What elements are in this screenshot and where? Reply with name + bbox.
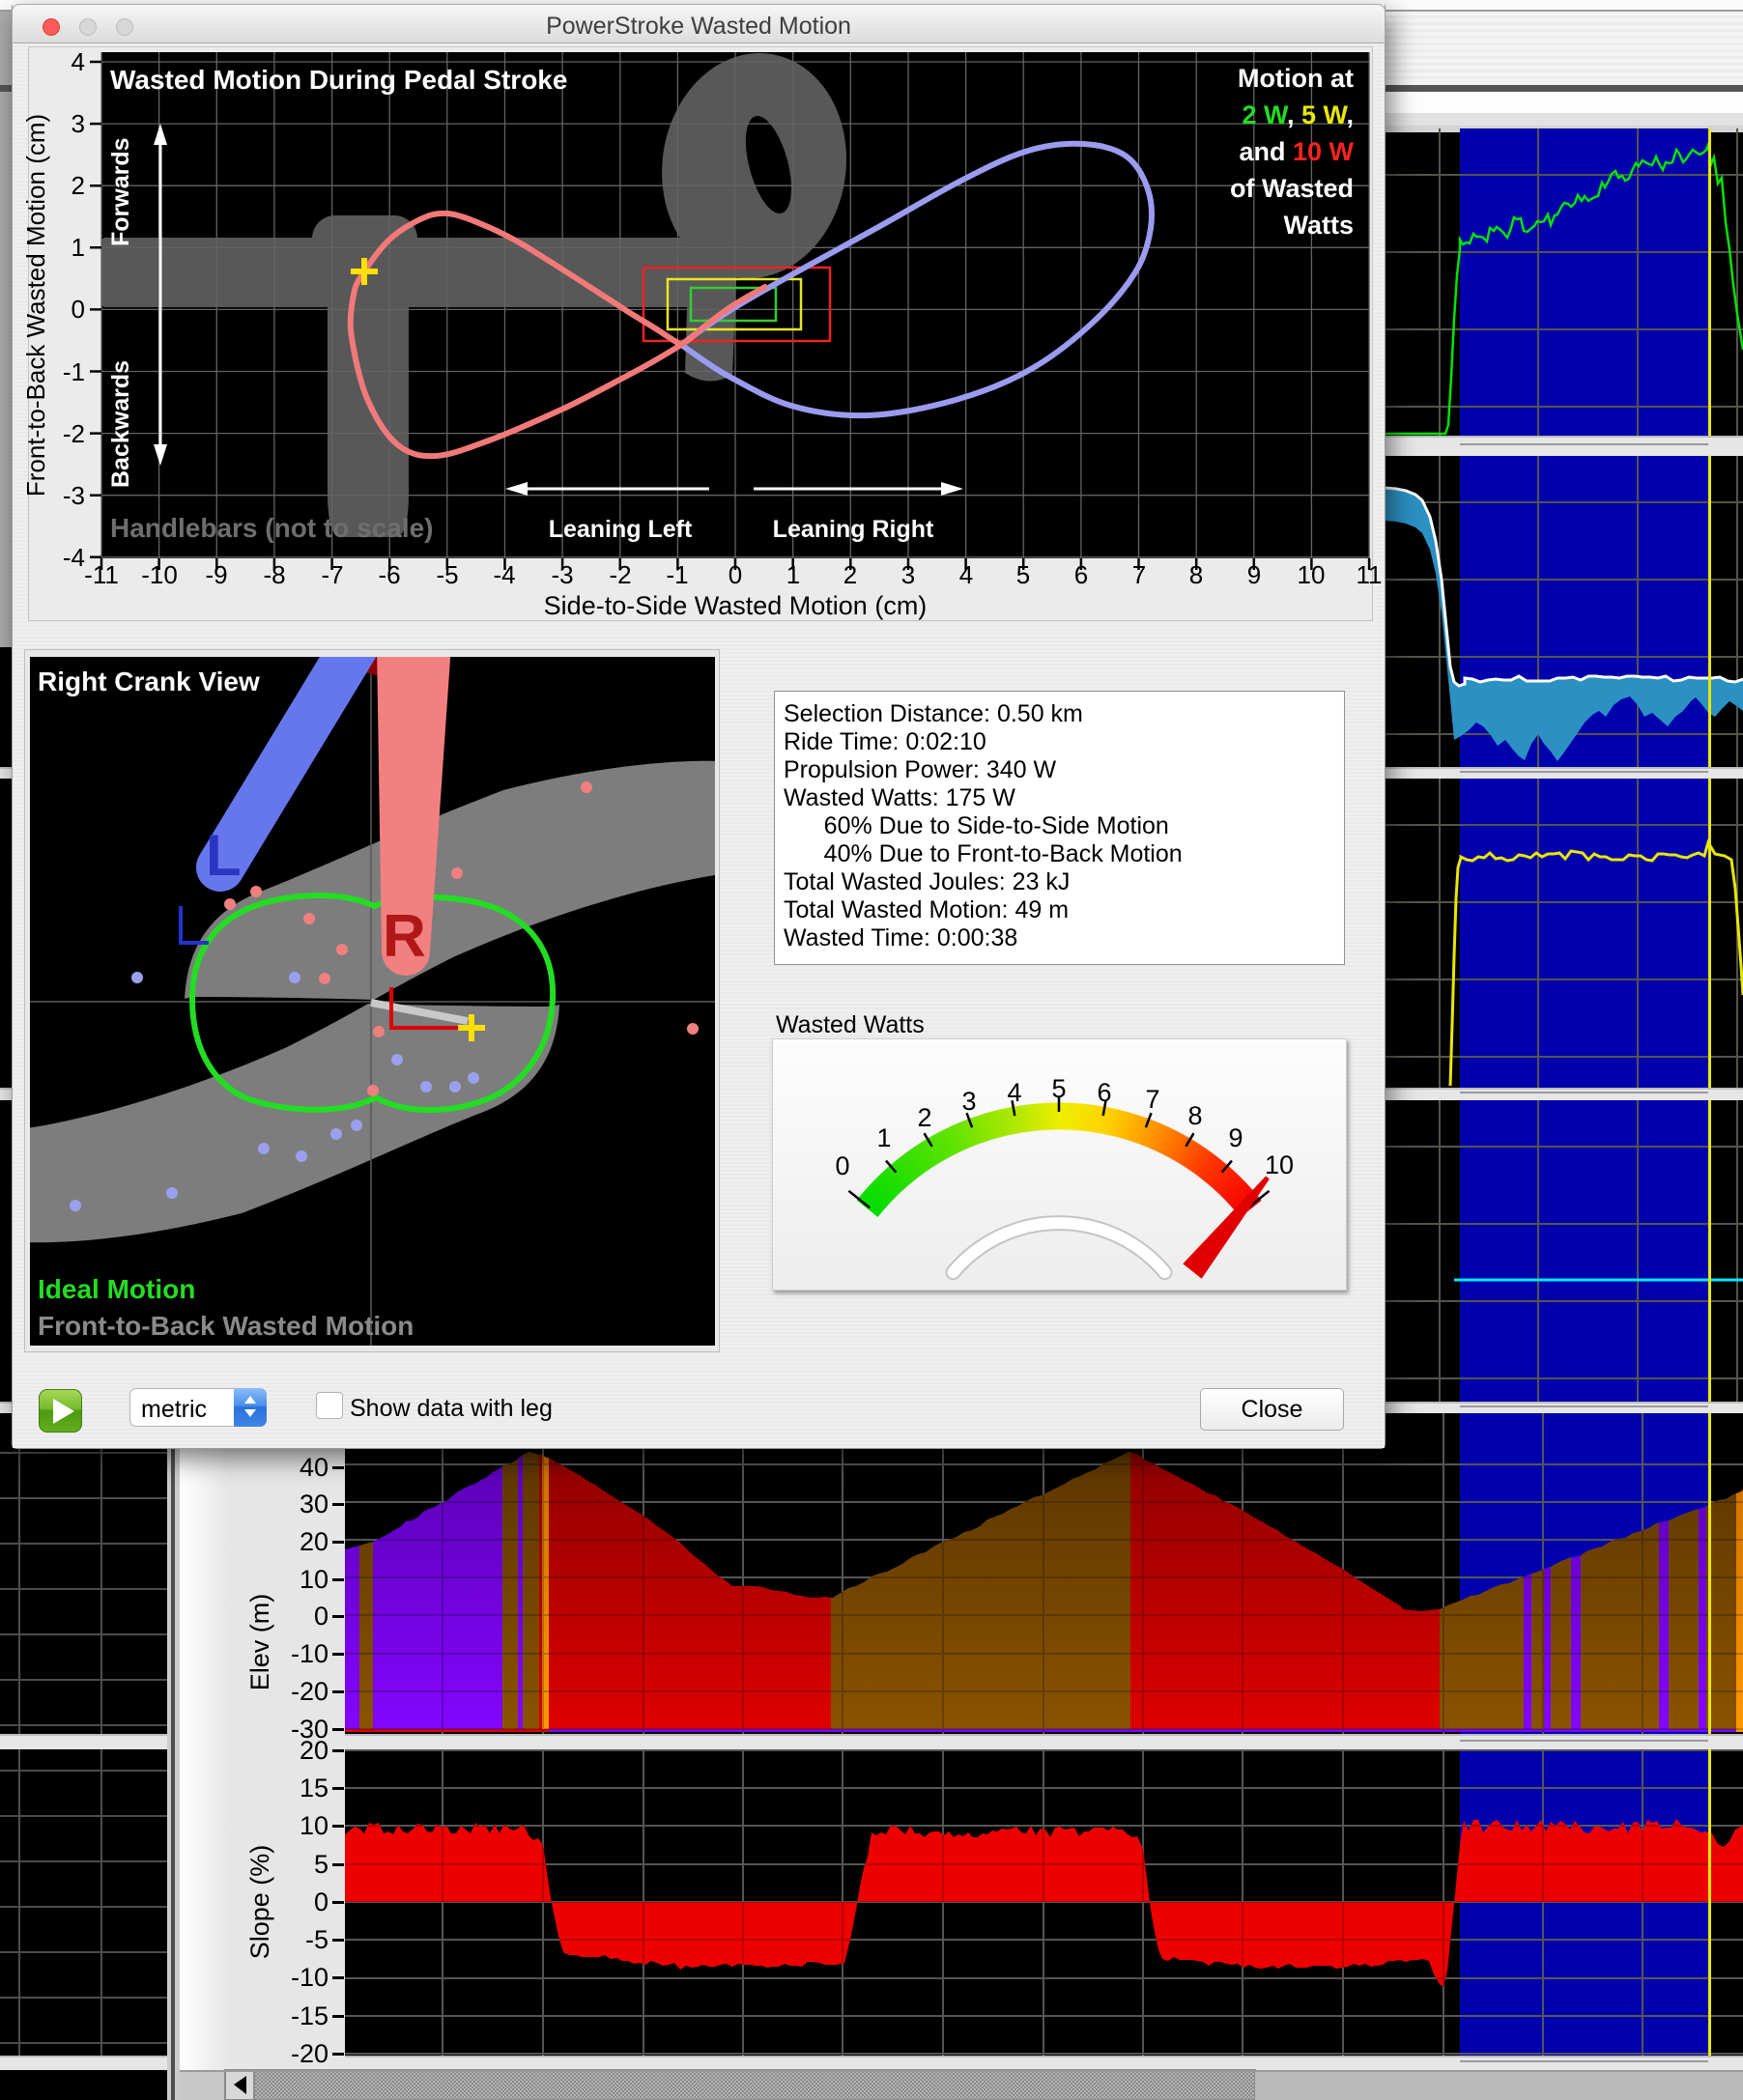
svg-text:R: R [383, 903, 426, 970]
svg-text:30: 30 [300, 1490, 329, 1518]
svg-text:-10: -10 [141, 560, 178, 589]
svg-text:-15: -15 [291, 2001, 329, 2030]
svg-text:0: 0 [71, 295, 85, 324]
svg-text:-11: -11 [84, 560, 119, 589]
svg-text:4: 4 [959, 560, 973, 589]
svg-text:40: 40 [300, 1453, 329, 1482]
svg-text:20: 20 [300, 1736, 329, 1765]
svg-text:Side-to-Side Wasted Motion (cm: Side-to-Side Wasted Motion (cm) [544, 591, 928, 620]
svg-text:3: 3 [71, 109, 85, 138]
svg-text:-2: -2 [63, 419, 85, 448]
svg-text:Watts: Watts [1284, 211, 1355, 240]
svg-text:5: 5 [314, 1850, 329, 1879]
svg-text:20: 20 [300, 1527, 329, 1556]
svg-text:11: 11 [1357, 560, 1383, 589]
svg-text:-3: -3 [63, 481, 85, 510]
svg-text:10: 10 [1298, 560, 1326, 589]
svg-text:-8: -8 [263, 560, 285, 589]
svg-text:-4: -4 [63, 543, 85, 572]
svg-text:Ideal Motion: Ideal Motion [38, 1274, 195, 1304]
svg-text:Leaning Right: Leaning Right [773, 516, 934, 543]
svg-text:Forwards: Forwards [107, 137, 134, 246]
svg-text:-1: -1 [666, 560, 688, 589]
svg-text:0: 0 [314, 1887, 329, 1916]
svg-text:Slope (%): Slope (%) [245, 1845, 274, 1960]
svg-text:Motion at: Motion at [1238, 64, 1354, 93]
svg-text:L: L [206, 823, 242, 888]
svg-text:10: 10 [300, 1811, 329, 1840]
svg-text:-1: -1 [63, 357, 85, 386]
svg-text:2 W, 5 W,: 2 W, 5 W, [1242, 100, 1354, 129]
svg-text:4: 4 [1007, 1078, 1021, 1107]
svg-text:-20: -20 [291, 2039, 329, 2068]
svg-text:3: 3 [901, 560, 915, 589]
svg-text:0: 0 [314, 1602, 329, 1631]
svg-text:-10: -10 [291, 1963, 329, 1992]
svg-text:7: 7 [1145, 1085, 1159, 1114]
svg-text:9: 9 [1228, 1123, 1243, 1152]
svg-text:1: 1 [876, 1123, 891, 1152]
svg-text:1: 1 [71, 233, 85, 262]
svg-text:of Wasted: of Wasted [1230, 174, 1354, 203]
svg-text:0: 0 [729, 560, 742, 589]
svg-text:15: 15 [300, 1774, 329, 1802]
svg-text:10: 10 [300, 1565, 329, 1594]
svg-text:3: 3 [961, 1087, 976, 1116]
svg-text:8: 8 [1187, 1101, 1202, 1130]
svg-text:5: 5 [1051, 1074, 1066, 1103]
svg-text:-5: -5 [436, 560, 458, 589]
svg-text:4: 4 [71, 47, 85, 76]
svg-text:5: 5 [1016, 560, 1030, 589]
svg-text:Wasted Motion During Pedal Str: Wasted Motion During Pedal Stroke [110, 65, 567, 95]
svg-text:8: 8 [1189, 560, 1203, 589]
svg-text:9: 9 [1247, 560, 1261, 589]
svg-text:-2: -2 [609, 560, 631, 589]
svg-text:Right Crank View: Right Crank View [38, 667, 260, 696]
svg-text:Backwards: Backwards [107, 360, 134, 488]
svg-text:-7: -7 [321, 560, 343, 589]
svg-text:-20: -20 [291, 1677, 329, 1706]
svg-text:10: 10 [1265, 1150, 1294, 1179]
svg-text:7: 7 [1132, 560, 1146, 589]
svg-text:0: 0 [835, 1151, 849, 1180]
svg-text:Front-to-Back Wasted Motion: Front-to-Back Wasted Motion [38, 1311, 414, 1341]
svg-text:6: 6 [1074, 560, 1088, 589]
svg-text:-10: -10 [291, 1639, 329, 1668]
svg-text:Leaning Left: Leaning Left [549, 516, 693, 543]
svg-text:1: 1 [786, 560, 800, 589]
svg-text:-3: -3 [551, 560, 573, 589]
svg-text:-5: -5 [305, 1925, 329, 1954]
svg-text:-6: -6 [378, 560, 400, 589]
svg-text:Elev (m): Elev (m) [245, 1594, 274, 1691]
svg-text:2: 2 [71, 171, 85, 200]
svg-text:-9: -9 [205, 560, 227, 589]
svg-text:-4: -4 [493, 560, 515, 589]
svg-text:Front-to-Back Wasted Motion (c: Front-to-Back Wasted Motion (cm) [21, 114, 50, 497]
svg-text:6: 6 [1097, 1078, 1111, 1107]
svg-text:2: 2 [843, 560, 857, 589]
svg-text:and 10 W: and 10 W [1239, 137, 1354, 166]
svg-text:2: 2 [917, 1103, 931, 1132]
svg-text:Handlebars (not to scale): Handlebars (not to scale) [110, 513, 434, 543]
